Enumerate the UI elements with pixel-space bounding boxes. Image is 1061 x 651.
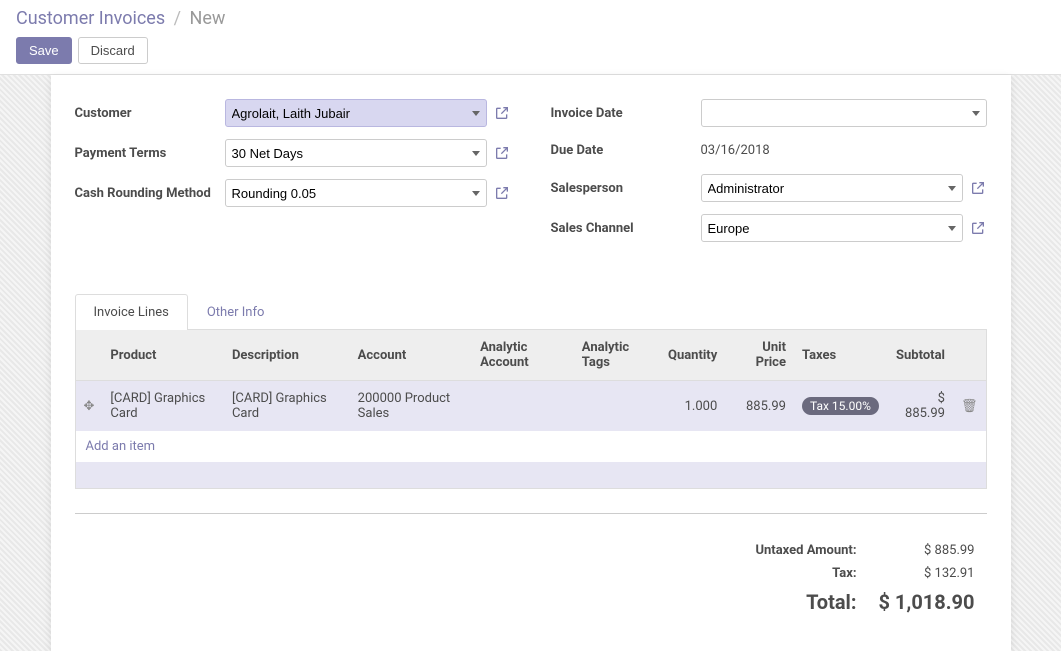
add-item-link[interactable]: Add an item xyxy=(75,431,986,462)
due-date-label: Due Date xyxy=(551,143,701,158)
col-analytic-tags: Analytic Tags xyxy=(574,330,660,381)
external-link-icon[interactable] xyxy=(969,219,987,237)
col-account: Account xyxy=(350,330,472,381)
tax-label: Tax: xyxy=(745,563,866,584)
col-analytic-account: Analytic Account xyxy=(472,330,574,381)
customer-field[interactable] xyxy=(225,99,487,127)
external-link-icon[interactable] xyxy=(493,144,511,162)
tab-invoice-lines[interactable]: Invoice Lines xyxy=(75,294,188,330)
untaxed-label: Untaxed Amount: xyxy=(745,540,866,561)
breadcrumb: Customer Invoices / New xyxy=(16,8,1045,29)
customer-label: Customer xyxy=(75,106,225,121)
cell-quantity[interactable]: 1.000 xyxy=(660,381,725,432)
discard-button[interactable]: Discard xyxy=(78,37,148,64)
payment-terms-field[interactable] xyxy=(225,139,487,167)
salesperson-field[interactable] xyxy=(701,174,963,202)
untaxed-value: $ 885.99 xyxy=(868,540,984,561)
col-product: Product xyxy=(102,330,224,381)
payment-terms-input[interactable] xyxy=(232,146,468,161)
chevron-down-icon xyxy=(948,226,956,231)
cell-product[interactable]: [CARD] Graphics Card xyxy=(102,381,224,432)
cash-rounding-field[interactable] xyxy=(225,179,487,207)
tax-badge: Tax 15.00% xyxy=(802,397,879,415)
cell-subtotal: $ 885.99 xyxy=(887,381,953,432)
chevron-down-icon xyxy=(472,111,480,116)
invoice-date-field[interactable] xyxy=(701,99,987,127)
external-link-icon[interactable] xyxy=(493,184,511,202)
breadcrumb-separator: / xyxy=(174,8,181,29)
total-label: Total: xyxy=(745,586,866,617)
cell-analytic-tags[interactable] xyxy=(574,381,660,432)
salesperson-label: Salesperson xyxy=(551,181,701,196)
breadcrumb-root[interactable]: Customer Invoices xyxy=(16,8,165,29)
spacer-row xyxy=(75,462,986,488)
tab-other-info[interactable]: Other Info xyxy=(188,294,284,330)
due-date-value: 03/16/2018 xyxy=(701,139,770,162)
invoice-date-label: Invoice Date xyxy=(551,106,701,121)
cell-unit-price[interactable]: 885.99 xyxy=(725,381,794,432)
col-description: Description xyxy=(224,330,350,381)
trash-icon[interactable]: 🗑 xyxy=(953,381,986,432)
save-button[interactable]: Save xyxy=(16,37,72,64)
col-unit-price: Unit Price xyxy=(725,330,794,381)
cash-rounding-label: Cash Rounding Method xyxy=(75,186,225,201)
tax-value: $ 132.91 xyxy=(868,563,984,584)
cell-description[interactable]: [CARD] Graphics Card xyxy=(224,381,350,432)
col-subtotal: Subtotal xyxy=(887,330,953,381)
totals-block: Untaxed Amount: $ 885.99 Tax: $ 132.91 T… xyxy=(75,513,987,619)
sales-channel-label: Sales Channel xyxy=(551,221,701,236)
customer-input[interactable] xyxy=(232,106,468,121)
cell-account[interactable]: 200000 Product Sales xyxy=(350,381,472,432)
external-link-icon[interactable] xyxy=(493,104,511,122)
col-quantity: Quantity xyxy=(660,330,725,381)
chevron-down-icon xyxy=(972,111,980,116)
cell-taxes[interactable]: Tax 15.00% xyxy=(794,381,887,432)
invoice-date-input[interactable] xyxy=(708,106,968,121)
chevron-down-icon xyxy=(948,186,956,191)
sales-channel-input[interactable] xyxy=(708,221,944,236)
breadcrumb-current: New xyxy=(190,8,226,29)
sales-channel-field[interactable] xyxy=(701,214,963,242)
chevron-down-icon xyxy=(472,191,480,196)
chevron-down-icon xyxy=(472,151,480,156)
table-row[interactable]: ✥ [CARD] Graphics Card [CARD] Graphics C… xyxy=(75,381,986,432)
cash-rounding-input[interactable] xyxy=(232,186,468,201)
salesperson-input[interactable] xyxy=(708,181,944,196)
cell-analytic-account[interactable] xyxy=(472,381,574,432)
drag-handle-icon[interactable]: ✥ xyxy=(75,381,102,432)
external-link-icon[interactable] xyxy=(969,179,987,197)
total-value: $ 1,018.90 xyxy=(868,586,984,617)
payment-terms-label: Payment Terms xyxy=(75,146,225,161)
col-taxes: Taxes xyxy=(794,330,887,381)
